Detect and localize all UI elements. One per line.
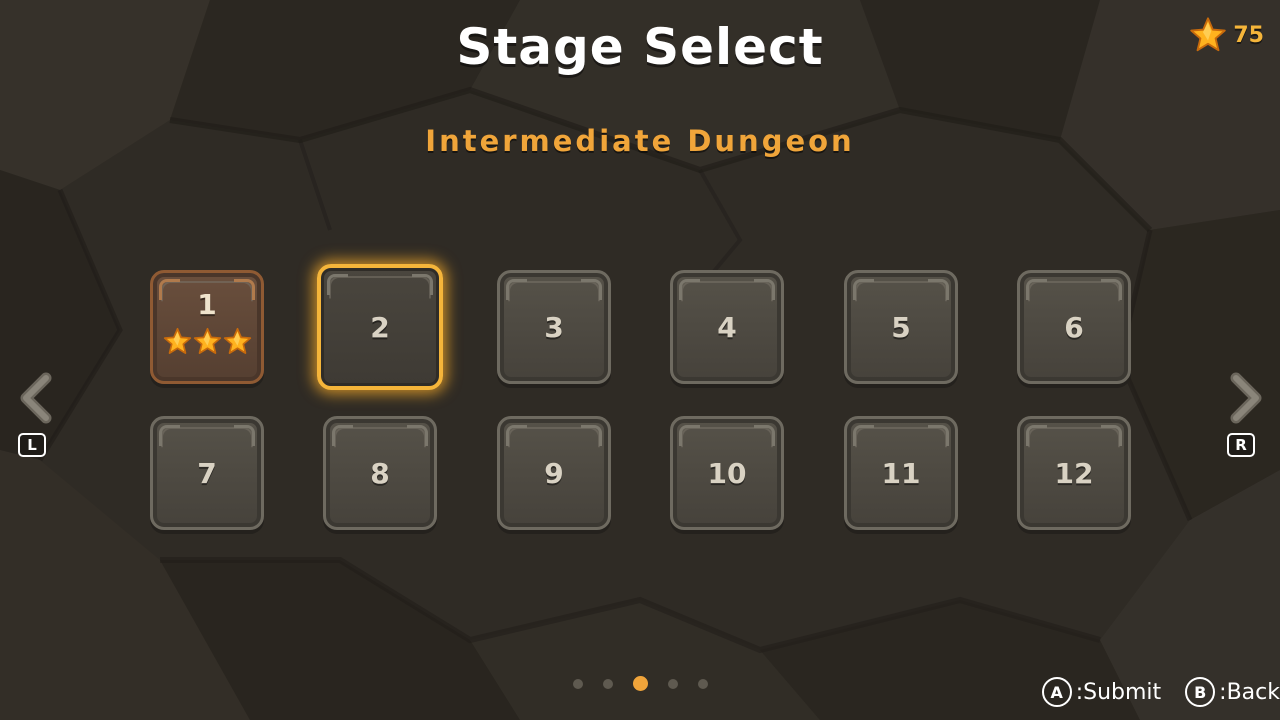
stage-tile-12[interactable]: 12 <box>1017 416 1131 530</box>
stage-number: 11 <box>881 456 921 490</box>
tile-corner-ornament <box>332 425 353 446</box>
previous-page-arrow[interactable] <box>16 372 56 424</box>
tile-corner-ornament <box>754 279 775 300</box>
stage-grid: 1 2 3 4 5 6 7 8 9 10 11 12 <box>150 264 1132 532</box>
tile-corner-ornament <box>159 279 180 300</box>
stage-number: 6 <box>1064 310 1084 344</box>
tile-corner-ornament <box>581 279 602 300</box>
stage-number: 7 <box>197 456 217 490</box>
stage-number: 12 <box>1054 456 1094 490</box>
page-dot[interactable] <box>697 678 708 689</box>
stage-number: 8 <box>370 456 390 490</box>
back-hint[interactable]: B :Back <box>1185 677 1280 707</box>
tile-corner-ornament <box>853 279 874 300</box>
stage-tile-7[interactable]: 7 <box>150 416 264 530</box>
stage-number: 4 <box>717 310 737 344</box>
chevron-right-icon <box>1230 372 1262 424</box>
stage-number: 2 <box>370 310 390 344</box>
tile-corner-ornament <box>1026 279 1047 300</box>
page-dot-active[interactable] <box>632 676 648 691</box>
tile-corner-ornament <box>407 425 428 446</box>
stage-tile-4[interactable]: 4 <box>670 270 784 384</box>
button-hints: A :Submit B :Back <box>1041 677 1280 707</box>
tile-corner-ornament <box>327 274 348 295</box>
stage-tile-6[interactable]: 6 <box>1017 270 1131 384</box>
stage-tile-3[interactable]: 3 <box>497 270 611 384</box>
stage-tile-2[interactable]: 2 <box>317 264 443 390</box>
star-icon <box>193 327 221 354</box>
tile-corner-ornament <box>754 425 775 446</box>
page-dot[interactable] <box>602 678 613 689</box>
stage-number: 5 <box>891 310 911 344</box>
stage-tile-10[interactable]: 10 <box>670 416 784 530</box>
tile-corner-ornament <box>506 279 527 300</box>
page-dot[interactable] <box>572 678 583 689</box>
b-button-icon: B <box>1185 677 1216 707</box>
tile-corner-ornament <box>853 425 874 446</box>
star-icon <box>223 327 251 354</box>
stage-number: 3 <box>544 310 564 344</box>
tile-corner-ornament <box>506 425 527 446</box>
star-icon <box>163 327 191 354</box>
tile-corner-ornament <box>159 425 180 446</box>
l-shoulder-button[interactable]: L <box>18 433 46 457</box>
tile-corner-ornament <box>412 274 433 295</box>
tile-corner-ornament <box>581 425 602 446</box>
r-shoulder-button[interactable]: R <box>1227 433 1255 457</box>
star-counter: 75 <box>1189 16 1264 54</box>
a-button-icon: A <box>1041 677 1072 707</box>
tile-corner-ornament <box>1026 425 1047 446</box>
submit-hint-label: :Submit <box>1075 679 1162 705</box>
tile-corner-ornament <box>928 425 949 446</box>
stage-tile-8[interactable]: 8 <box>323 416 437 530</box>
page-title: Stage Select <box>456 18 824 76</box>
dungeon-name: Intermediate Dungeon <box>425 124 855 158</box>
stage-tile-5[interactable]: 5 <box>844 270 958 384</box>
tile-corner-ornament <box>679 279 700 300</box>
tile-corner-ornament <box>1101 279 1122 300</box>
tile-corner-ornament <box>679 425 700 446</box>
star-count: 75 <box>1233 22 1264 48</box>
back-hint-label: :Back <box>1219 679 1280 705</box>
stage-tile-1[interactable]: 1 <box>150 270 264 384</box>
stage-number: 10 <box>707 456 747 490</box>
tile-corner-ornament <box>928 279 949 300</box>
tile-corner-ornament <box>234 279 255 300</box>
tile-corner-ornament <box>234 425 255 446</box>
stage-tile-9[interactable]: 9 <box>497 416 611 530</box>
chevron-left-icon <box>20 372 52 424</box>
page-dot[interactable] <box>667 678 678 689</box>
next-page-arrow[interactable] <box>1226 372 1266 424</box>
stage-number: 9 <box>544 456 564 490</box>
stage-star-rating <box>163 327 252 356</box>
stage-number: 1 <box>197 288 217 321</box>
stage-tile-11[interactable]: 11 <box>844 416 958 530</box>
tile-corner-ornament <box>1101 425 1122 446</box>
submit-hint[interactable]: A :Submit <box>1041 677 1162 707</box>
star-icon <box>1190 17 1227 52</box>
